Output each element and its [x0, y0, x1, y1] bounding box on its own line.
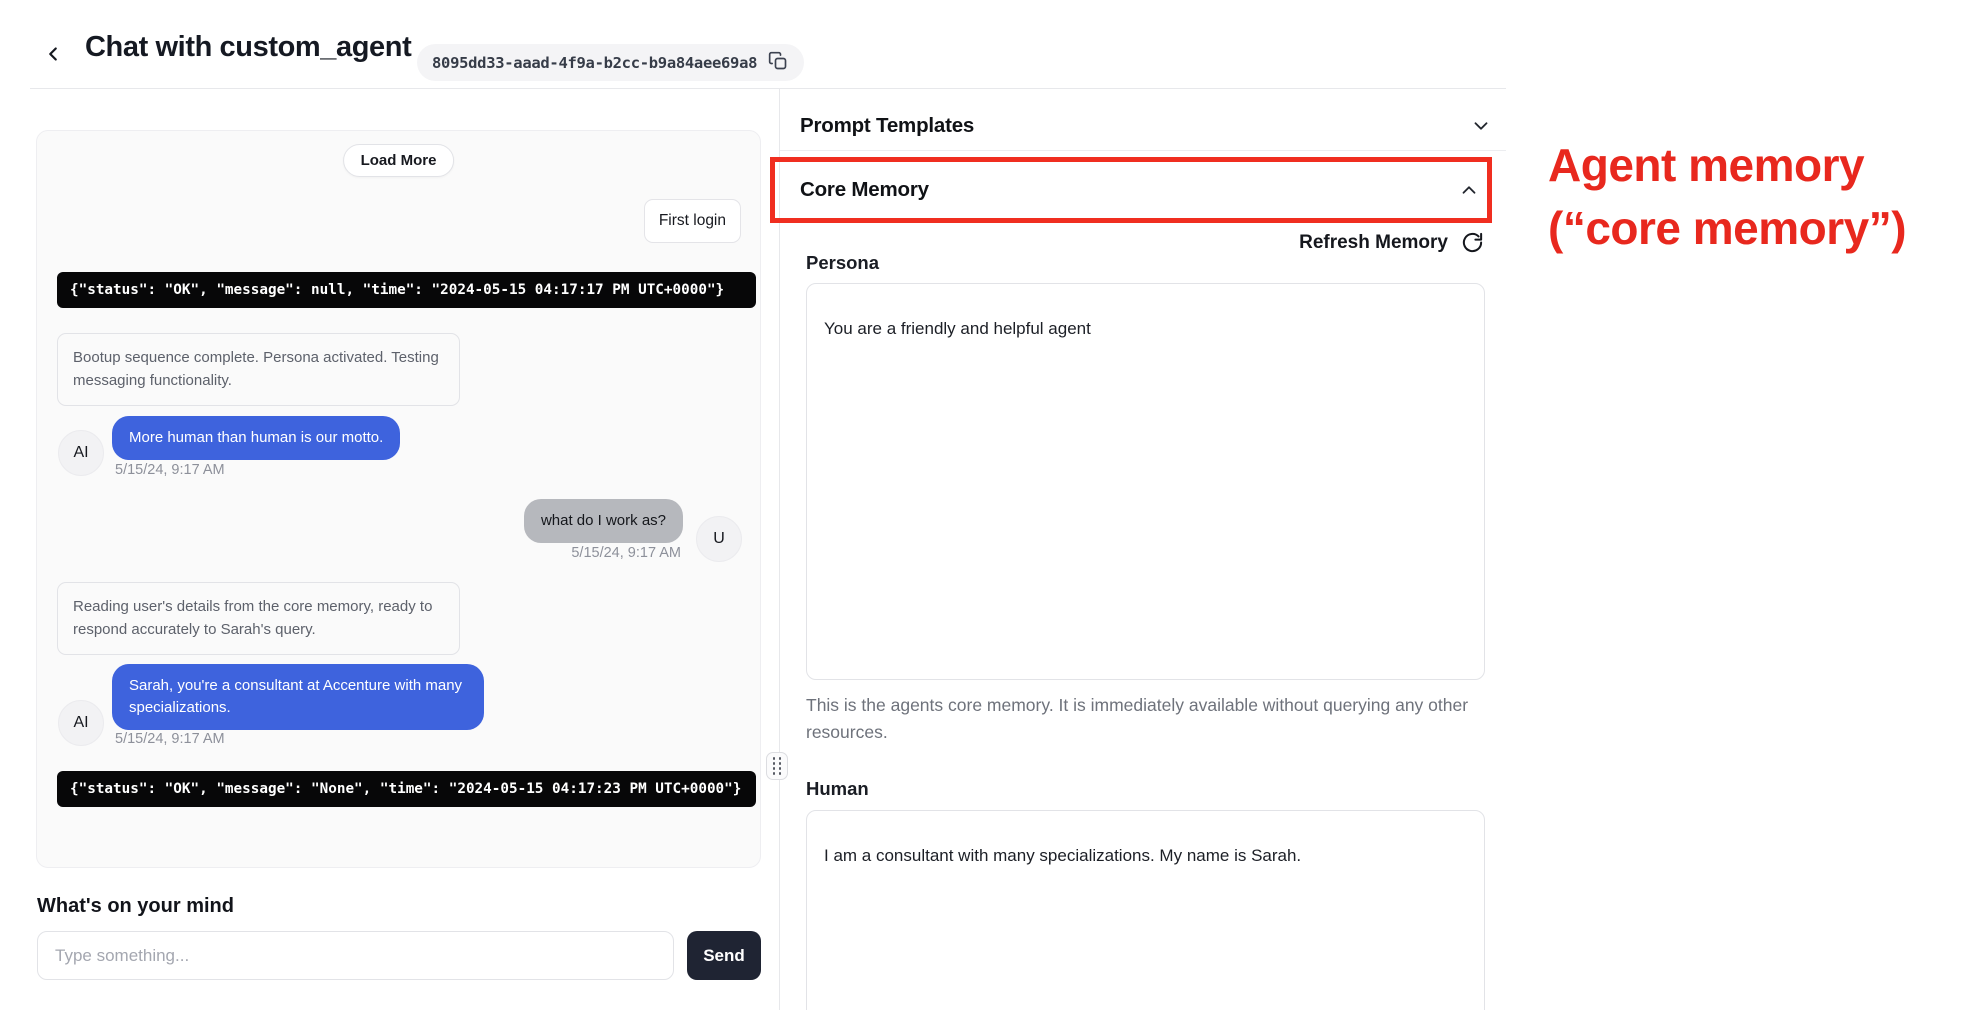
- core-memory-helper-text: This is the agents core memory. It is im…: [806, 692, 1482, 746]
- annotation-line-1: Agent memory: [1548, 134, 1906, 197]
- system-json-message: {"status": "OK", "message": "None", "tim…: [57, 771, 756, 807]
- human-textarea[interactable]: I am a consultant with many specializati…: [806, 810, 1485, 1010]
- message-timestamp: 5/15/24, 9:17 AM: [571, 545, 681, 561]
- ai-avatar: AI: [58, 430, 104, 476]
- core-memory-section-toggle[interactable]: Core Memory: [800, 175, 1480, 205]
- chat-message-list: Load More First login {"status": "OK", "…: [36, 130, 761, 868]
- chevron-up-icon[interactable]: [1458, 179, 1480, 201]
- header-divider: [30, 88, 1506, 89]
- agent-thought-message: Bootup sequence complete. Persona activa…: [57, 333, 460, 406]
- section-divider: [780, 150, 1506, 151]
- human-field-label: Human: [806, 778, 869, 800]
- copy-icon: [768, 51, 788, 74]
- grip-handle-icon[interactable]: [766, 752, 788, 780]
- prompt-templates-section-toggle[interactable]: Prompt Templates: [800, 111, 1492, 141]
- annotation-line-2: (“core memory”): [1548, 197, 1906, 260]
- message-input[interactable]: [37, 931, 674, 980]
- message-timestamp: 5/15/24, 9:17 AM: [115, 731, 225, 747]
- ai-message-bubble: More human than human is our motto.: [112, 416, 400, 460]
- persona-field-label: Persona: [806, 252, 879, 274]
- back-button[interactable]: [38, 40, 68, 70]
- first-login-badge: First login: [644, 199, 741, 243]
- user-avatar: U: [696, 516, 742, 562]
- panel-divider: [779, 89, 780, 1010]
- agent-id-value: 8095dd33-aaad-4f9a-b2cc-b9a84aee69a8: [432, 54, 757, 72]
- agent-id-badge: 8095dd33-aaad-4f9a-b2cc-b9a84aee69a8: [417, 44, 804, 81]
- annotation-text: Agent memory (“core memory”): [1548, 134, 1906, 260]
- load-more-button[interactable]: Load More: [343, 144, 455, 177]
- copy-agent-id-button[interactable]: [768, 52, 789, 73]
- composer-label: What's on your mind: [37, 895, 234, 918]
- prompt-templates-label: Prompt Templates: [800, 114, 974, 138]
- system-json-message: {"status": "OK", "message": null, "time"…: [57, 272, 756, 308]
- send-button[interactable]: Send: [687, 931, 761, 980]
- ai-avatar: AI: [58, 700, 104, 746]
- message-timestamp: 5/15/24, 9:17 AM: [115, 462, 225, 478]
- refresh-memory-label: Refresh Memory: [1299, 232, 1448, 254]
- agent-thought-message: Reading user's details from the core mem…: [57, 582, 460, 655]
- chevron-down-icon[interactable]: [1470, 115, 1492, 137]
- persona-textarea[interactable]: You are a friendly and helpful agent: [806, 283, 1485, 680]
- app-window: Chat with custom_agent 8095dd33-aaad-4f9…: [0, 0, 1986, 1010]
- user-message-bubble: what do I work as?: [524, 499, 683, 543]
- chevron-left-icon: [42, 43, 64, 68]
- refresh-memory-button[interactable]: Refresh Memory: [1299, 231, 1484, 254]
- ai-message-bubble: Sarah, you're a consultant at Accenture …: [112, 664, 484, 730]
- core-memory-label: Core Memory: [800, 178, 929, 202]
- page-title: Chat with custom_agent: [85, 31, 411, 64]
- refresh-icon: [1461, 231, 1484, 254]
